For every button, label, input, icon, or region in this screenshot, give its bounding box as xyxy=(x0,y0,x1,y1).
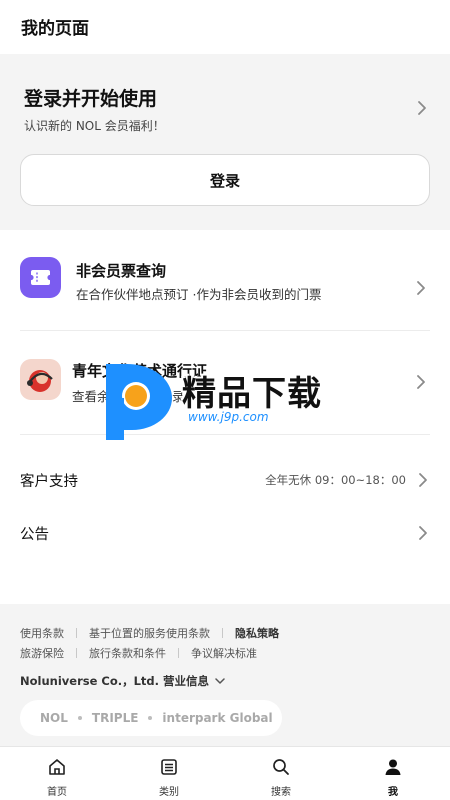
dot-separator xyxy=(77,716,82,720)
chevron-right-icon xyxy=(417,375,425,389)
menu-item-title: 青年文化艺术通行证 xyxy=(72,362,208,380)
menu-item-title: 非会员票查询 xyxy=(76,262,167,280)
dispute-resolution-link[interactable]: 争议解决标准 xyxy=(191,645,257,661)
login-headline[interactable]: 登录并开始使用 xyxy=(24,84,157,111)
chevron-right-icon xyxy=(417,281,425,295)
business-info-label: 营业信息 xyxy=(163,674,210,688)
footer: 使用条款 基于位置的服务使用条款 隐私策略 旅游保险 旅行条款和条件 争议解决标… xyxy=(0,604,450,746)
login-section: 登录并开始使用 认识新的 NOL 会员福利！ 登录 xyxy=(0,54,450,230)
bottom-tab-bar: 首页 类别 搜索 我 xyxy=(0,746,450,800)
tab-category[interactable]: 类别 xyxy=(113,747,225,800)
divider xyxy=(76,628,77,638)
travel-insurance-link[interactable]: 旅游保险 xyxy=(20,645,64,661)
page-title: 我的页面 xyxy=(21,19,89,39)
menu-item-nonmember-ticket[interactable]: 非会员票查询 在合作伙伴地点预订 ·作为非会员收到的门票 xyxy=(0,230,450,330)
brand-triple[interactable]: TRIPLE xyxy=(92,711,139,725)
tab-my[interactable]: 我 xyxy=(337,747,449,800)
divider xyxy=(178,648,179,658)
support-label: 客户支持 xyxy=(20,474,78,490)
chevron-right-icon[interactable] xyxy=(415,99,429,117)
footer-links-row: 旅游保险 旅行条款和条件 争议解决标准 xyxy=(20,645,257,661)
chevron-right-icon xyxy=(419,473,427,487)
menu-item-youth-pass[interactable]: 青年文化艺术通行证 查看余额及使用记录 xyxy=(0,331,450,434)
menu-item-subtitle: 在合作伙伴地点预订 ·作为非会员收到的门票 xyxy=(76,287,322,302)
youth-pass-icon xyxy=(20,359,61,400)
brand-interpark-global[interactable]: interpark Global xyxy=(162,711,272,725)
login-subtitle[interactable]: 认识新的 NOL 会员福利！ xyxy=(24,117,165,134)
chevron-right-icon xyxy=(419,526,427,540)
user-icon xyxy=(385,759,401,775)
terms-link[interactable]: 使用条款 xyxy=(20,625,64,641)
brand-family-bar: NOL TRIPLE interpark Global xyxy=(20,700,282,736)
company-name: Noluniverse Co.，Ltd. xyxy=(20,674,160,688)
footer-links-row: 使用条款 基于位置的服务使用条款 隐私策略 xyxy=(20,625,279,641)
divider xyxy=(20,434,430,435)
company-info[interactable]: Noluniverse Co.，Ltd. 营业信息 xyxy=(20,673,225,689)
list-icon xyxy=(161,759,177,775)
chevron-down-icon xyxy=(215,678,225,684)
home-icon xyxy=(49,759,65,775)
ticket-icon xyxy=(20,257,61,298)
customer-support-row[interactable]: 客户支持 全年无休 09：00~18：00 xyxy=(0,455,450,505)
tab-label: 首页 xyxy=(47,787,67,798)
location-terms-link[interactable]: 基于位置的服务使用条款 xyxy=(89,625,210,641)
tab-search[interactable]: 搜索 xyxy=(225,747,337,800)
travel-terms-link[interactable]: 旅行条款和条件 xyxy=(89,645,166,661)
page-header: 我的页面 xyxy=(0,0,450,54)
brand-nol[interactable]: NOL xyxy=(40,711,68,725)
support-hours: 全年无休 09：00~18：00 xyxy=(265,473,406,487)
divider xyxy=(222,628,223,638)
login-button[interactable]: 登录 xyxy=(20,154,430,206)
notice-label: 公告 xyxy=(20,527,49,543)
dot-separator xyxy=(148,716,153,720)
menu-item-subtitle: 查看余额及使用记录 xyxy=(72,389,185,404)
tab-label: 我 xyxy=(388,787,398,798)
privacy-policy-link[interactable]: 隐私策略 xyxy=(235,625,279,641)
tab-label: 类别 xyxy=(159,787,179,798)
tab-home[interactable]: 首页 xyxy=(1,747,113,800)
search-icon xyxy=(273,759,289,775)
notice-row[interactable]: 公告 xyxy=(0,508,450,558)
tab-label: 搜索 xyxy=(271,787,291,798)
divider xyxy=(76,648,77,658)
